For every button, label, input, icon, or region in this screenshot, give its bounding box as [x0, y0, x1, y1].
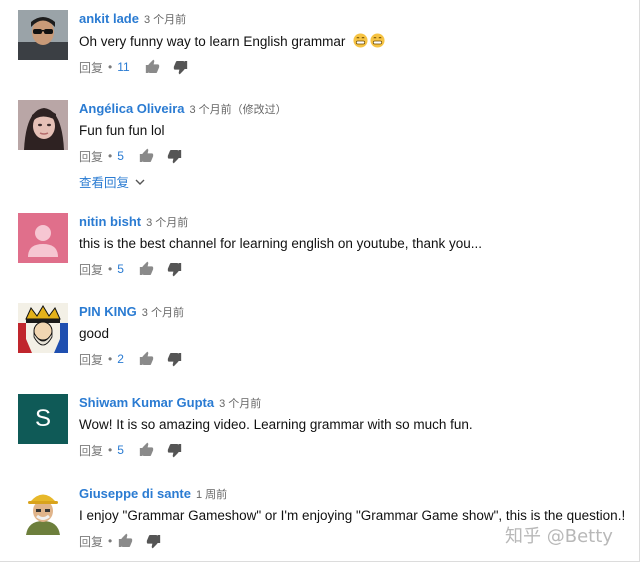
thumbs-down-icon[interactable] [166, 148, 183, 164]
grinning-face-icon [353, 33, 368, 48]
comment-author[interactable]: Angélica Oliveira [79, 101, 185, 116]
comment-time[interactable]: 3 个月前 [142, 307, 184, 319]
like-count: 5 [117, 149, 124, 163]
avatar[interactable] [18, 485, 68, 535]
thumbs-up-icon[interactable] [138, 148, 155, 164]
comment-text: Oh very funny way to learn English gramm… [79, 33, 629, 49]
view-replies-button[interactable]: 查看回复 [79, 172, 629, 191]
like-count: 2 [117, 352, 124, 366]
avatar[interactable] [18, 10, 68, 60]
thumbs-down-icon[interactable] [172, 59, 189, 75]
reply-button[interactable]: 回复 [79, 148, 103, 165]
reply-button[interactable]: 回复 [79, 442, 103, 459]
avatar-man-sunglasses-icon [18, 10, 68, 60]
separator-dot: • [108, 262, 113, 276]
avatar-man-hat-icon [18, 485, 68, 535]
avatar[interactable]: S [18, 394, 68, 444]
comment-actions: 回复 • 5 [79, 147, 629, 165]
comment-text: Wow! It is so amazing video. Learning gr… [79, 417, 473, 432]
comment-text: Fun fun fun lol [79, 123, 165, 138]
thumbs-up-icon[interactable] [117, 533, 134, 549]
like-count: 11 [117, 60, 130, 74]
thumbs-up-icon[interactable] [144, 59, 161, 75]
comment-time[interactable]: 1 周前 [196, 489, 227, 501]
grinning-face-icon [370, 33, 385, 48]
avatar[interactable] [18, 213, 68, 263]
comment-text: good [79, 326, 110, 341]
avatar[interactable] [18, 303, 68, 353]
comment-actions: 回复 • 11 [79, 58, 629, 76]
avatar-letter: S [34, 405, 51, 432]
thumbs-down-icon[interactable] [145, 533, 162, 549]
comment-text-content: Oh very funny way to learn English gramm… [79, 34, 346, 49]
comment-author[interactable]: Giuseppe di sante [79, 486, 191, 501]
thumbs-up-icon[interactable] [138, 351, 155, 367]
comment-time[interactable]: 3 个月前 [219, 398, 261, 410]
like-count: 5 [117, 443, 124, 457]
thumbs-down-icon[interactable] [166, 261, 183, 277]
comment-author[interactable]: ankit lade [79, 11, 139, 26]
separator-dot: • [108, 60, 113, 74]
view-replies-label: 查看回复 [79, 176, 130, 190]
comment-actions: 回复 • 2 [79, 350, 629, 368]
comment-actions: 回复 • 5 [79, 260, 629, 278]
comment-actions: 回复 • 5 [79, 441, 629, 459]
comments-panel: ankit lade 3 个月前 Oh very funny way to lea… [0, 0, 640, 562]
thumbs-up-icon[interactable] [138, 261, 155, 277]
avatar-default-pink-icon [18, 213, 68, 263]
reply-button[interactable]: 回复 [79, 261, 103, 278]
like-count: 5 [117, 262, 124, 276]
separator-dot: • [108, 534, 113, 548]
separator-dot: • [108, 443, 113, 457]
comment-author[interactable]: PIN KING [79, 304, 137, 319]
comment-time[interactable]: 3 个月前 [144, 14, 186, 26]
avatar-king-card-icon [18, 303, 68, 353]
thumbs-down-icon[interactable] [166, 442, 183, 458]
avatar[interactable] [18, 100, 68, 150]
comment-time[interactable]: 3 个月前（修改过） [190, 104, 287, 116]
avatar-woman-photo-icon [18, 100, 68, 150]
comment-text: I enjoy "Grammar Gameshow" or I'm enjoyi… [79, 508, 626, 523]
chevron-down-icon [135, 179, 145, 185]
reply-button[interactable]: 回复 [79, 351, 103, 368]
comment-time[interactable]: 3 个月前 [146, 217, 188, 229]
watermark: 知乎 @Betty [505, 526, 613, 547]
comment-author[interactable]: Shiwam Kumar Gupta [79, 395, 214, 410]
reply-button[interactable]: 回复 [79, 533, 103, 550]
separator-dot: • [108, 149, 113, 163]
reply-button[interactable]: 回复 [79, 59, 103, 76]
comment-text: this is the best channel for learning en… [79, 236, 483, 251]
thumbs-down-icon[interactable] [166, 351, 183, 367]
thumbs-up-icon[interactable] [138, 442, 155, 458]
comment-author[interactable]: nitin bisht [79, 214, 141, 229]
separator-dot: • [108, 352, 113, 366]
